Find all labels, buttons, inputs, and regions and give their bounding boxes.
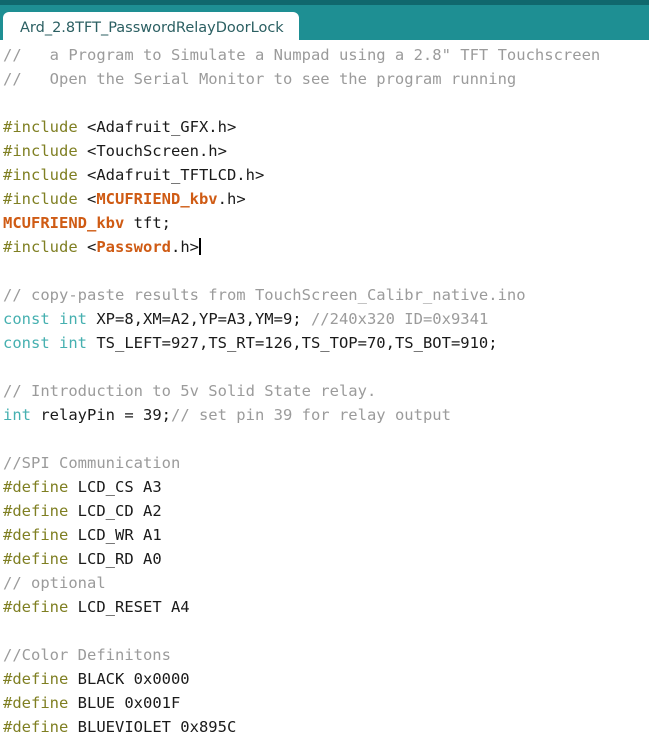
code-token-plain: LCD_RESET A4 bbox=[68, 598, 190, 616]
code-token-preproc: #include bbox=[3, 166, 78, 184]
code-token-preproc: #define bbox=[3, 502, 69, 520]
code-token-comment: //240x320 ID=0x9341 bbox=[310, 310, 489, 328]
code-token-lib: MCUFRIEND_kbv bbox=[3, 214, 125, 232]
code-token-plain: <TouchScreen.h> bbox=[77, 142, 227, 160]
code-line[interactable]: const int XP=8,XM=A2,YP=A3,YM=9; //240x3… bbox=[3, 307, 649, 331]
code-token-preproc: #define bbox=[3, 694, 69, 712]
code-line[interactable]: #include <TouchScreen.h> bbox=[3, 139, 649, 163]
code-line[interactable]: MCUFRIEND_kbv tft; bbox=[3, 211, 649, 235]
sketch-tab-bar: Ard_2.8TFT_PasswordRelayDoorLock bbox=[0, 0, 649, 45]
code-token-plain: < bbox=[77, 238, 97, 256]
code-token-plain: BLUE 0x001F bbox=[68, 694, 181, 712]
code-token-keyword: const int bbox=[3, 334, 87, 352]
code-line[interactable]: #include <Adafruit_GFX.h> bbox=[3, 115, 649, 139]
code-line[interactable]: // optional bbox=[3, 571, 649, 595]
code-token-plain: LCD_WR A1 bbox=[68, 526, 162, 544]
code-token-plain: XP=8,XM=A2,YP=A3,YM=9; bbox=[87, 310, 311, 328]
code-line-blank[interactable] bbox=[3, 355, 649, 379]
code-line[interactable]: int relayPin = 39;// set pin 39 for rela… bbox=[3, 403, 649, 427]
code-line-blank[interactable] bbox=[3, 619, 649, 643]
code-token-preproc: #define bbox=[3, 598, 69, 616]
code-line[interactable]: #define LCD_WR A1 bbox=[3, 523, 649, 547]
code-line[interactable]: #include <Adafruit_TFTLCD.h> bbox=[3, 163, 649, 187]
code-line-blank[interactable] bbox=[3, 259, 649, 283]
code-token-preproc: #include bbox=[3, 142, 78, 160]
code-token-plain: LCD_CS A3 bbox=[68, 478, 162, 496]
code-token-plain: LCD_RD A0 bbox=[68, 550, 162, 568]
code-lines-container[interactable]: // a Program to Simulate a Numpad using … bbox=[0, 40, 649, 739]
code-token-plain: relayPin = 39; bbox=[31, 406, 171, 424]
code-token-preproc: #define bbox=[3, 670, 69, 688]
sketch-tab-label: Ard_2.8TFT_PasswordRelayDoorLock bbox=[20, 20, 284, 37]
code-token-plain: <Adafruit_GFX.h> bbox=[77, 118, 237, 136]
code-token-preproc: #include bbox=[3, 238, 78, 256]
code-line[interactable]: #define LCD_RESET A4 bbox=[3, 595, 649, 619]
code-line[interactable]: #include <Password.h> bbox=[3, 235, 649, 259]
code-line[interactable]: // copy-paste results from TouchScreen_C… bbox=[3, 283, 649, 307]
code-token-plain: BLUEVIOLET 0x895C bbox=[68, 718, 237, 736]
code-token-comment: // a Program to Simulate a Numpad using … bbox=[3, 46, 601, 64]
code-token-preproc: #include bbox=[3, 190, 78, 208]
code-line-blank[interactable] bbox=[3, 427, 649, 451]
code-token-preproc: #define bbox=[3, 550, 69, 568]
code-line[interactable]: #define LCD_CS A3 bbox=[3, 475, 649, 499]
code-token-preproc: #define bbox=[3, 478, 69, 496]
code-token-plain: BLACK 0x0000 bbox=[68, 670, 190, 688]
code-token-lib: MCUFRIEND_kbv bbox=[96, 190, 218, 208]
code-token-comment: //SPI Communication bbox=[3, 454, 181, 472]
code-token-comment: // Open the Serial Monitor to see the pr… bbox=[3, 70, 517, 88]
code-line[interactable]: // a Program to Simulate a Numpad using … bbox=[3, 43, 649, 67]
code-token-preproc: #define bbox=[3, 526, 69, 544]
code-token-plain: LCD_CD A2 bbox=[68, 502, 162, 520]
code-token-plain: .h> bbox=[170, 238, 199, 256]
code-line[interactable]: //Color Definitons bbox=[3, 643, 649, 667]
code-token-keyword: int bbox=[3, 406, 31, 424]
code-token-preproc: #define bbox=[3, 718, 69, 736]
code-token-lib: Password bbox=[96, 238, 171, 256]
arduino-ide-window: Ard_2.8TFT_PasswordRelayDoorLock // a Pr… bbox=[0, 0, 649, 746]
code-line[interactable]: #define LCD_RD A0 bbox=[3, 547, 649, 571]
code-token-comment: // set pin 39 for relay output bbox=[170, 406, 451, 424]
code-token-plain: tft; bbox=[124, 214, 171, 232]
code-line[interactable]: #define LCD_CD A2 bbox=[3, 499, 649, 523]
code-token-plain: < bbox=[77, 190, 97, 208]
code-line[interactable]: // Open the Serial Monitor to see the pr… bbox=[3, 67, 649, 91]
code-editor[interactable]: // a Program to Simulate a Numpad using … bbox=[0, 40, 649, 746]
code-line[interactable]: #define BLUEVIOLET 0x895C bbox=[3, 715, 649, 739]
code-line[interactable]: #include <MCUFRIEND_kbv.h> bbox=[3, 187, 649, 211]
code-line[interactable]: #define BLUE 0x001F bbox=[3, 691, 649, 715]
code-line-blank[interactable] bbox=[3, 91, 649, 115]
code-line[interactable]: const int TS_LEFT=927,TS_RT=126,TS_TOP=7… bbox=[3, 331, 649, 355]
code-line[interactable]: //SPI Communication bbox=[3, 451, 649, 475]
code-token-plain: .h> bbox=[217, 190, 246, 208]
code-line[interactable]: #define BLACK 0x0000 bbox=[3, 667, 649, 691]
code-token-plain: TS_LEFT=927,TS_RT=126,TS_TOP=70,TS_BOT=9… bbox=[87, 334, 498, 352]
code-token-comment: //Color Definitons bbox=[3, 646, 171, 664]
code-token-comment: // Introduction to 5v Solid State relay. bbox=[3, 382, 377, 400]
code-token-comment: // copy-paste results from TouchScreen_C… bbox=[3, 286, 526, 304]
code-token-comment: // optional bbox=[3, 574, 106, 592]
code-token-plain: <Adafruit_TFTLCD.h> bbox=[77, 166, 265, 184]
code-line[interactable]: // Introduction to 5v Solid State relay. bbox=[3, 379, 649, 403]
text-caret bbox=[198, 238, 201, 255]
code-token-keyword: const int bbox=[3, 310, 87, 328]
code-token-preproc: #include bbox=[3, 118, 78, 136]
